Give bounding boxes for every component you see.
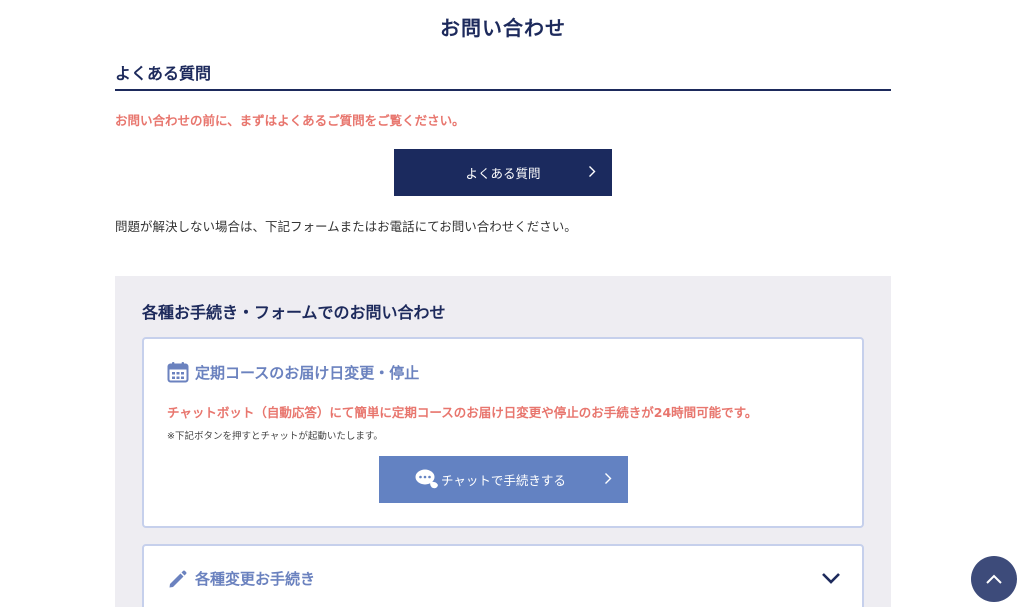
chat-bubble-icon <box>415 468 440 490</box>
chat-procedure-button[interactable]: チャットで手続きする <box>379 456 628 503</box>
pencil-icon <box>167 569 188 590</box>
forms-panel: 各種お手続き・フォームでのお問い合わせ 定期コースのお届け日変更・停止 チャット… <box>115 276 891 607</box>
various-changes-card[interactable]: 各種変更お手続き <box>142 544 864 607</box>
chevron-right-icon <box>588 165 596 180</box>
scroll-to-top-button[interactable] <box>971 556 1017 602</box>
chevron-down-icon[interactable] <box>821 570 841 584</box>
forms-title: 各種お手続き・フォームでのお問い合わせ <box>142 303 446 322</box>
faq-heading: よくある質問 <box>115 60 891 91</box>
page-title: お問い合わせ <box>440 16 566 40</box>
delivery-change-card: 定期コースのお届け日変更・停止 チャットボット（自動応答）にて簡単に定期コースの… <box>142 337 864 528</box>
delivery-card-title: 定期コースのお届け日変更・停止 <box>195 364 420 382</box>
faq-button-label: よくある質問 <box>465 166 541 181</box>
chat-button-label: チャットで手続きする <box>441 473 566 488</box>
faq-button[interactable]: よくある質問 <box>394 149 612 196</box>
chevron-up-icon <box>985 570 1003 589</box>
chevron-right-icon <box>604 472 612 487</box>
chat-notice: チャットボット（自動応答）にて簡単に定期コースのお届け日変更や停止のお手続きが2… <box>167 405 758 420</box>
faq-notice: お問い合わせの前に、まずはよくあるご質問をご覧ください。 <box>115 113 465 128</box>
changes-card-title: 各種変更お手続き <box>195 570 316 588</box>
help-text: 問題が解決しない場合は、下記フォームまたはお電話にてお問い合わせください。 <box>115 219 577 234</box>
calendar-icon <box>167 361 189 383</box>
chat-note: ※下記ボタンを押すとチャットが起動いたします。 <box>167 431 383 442</box>
